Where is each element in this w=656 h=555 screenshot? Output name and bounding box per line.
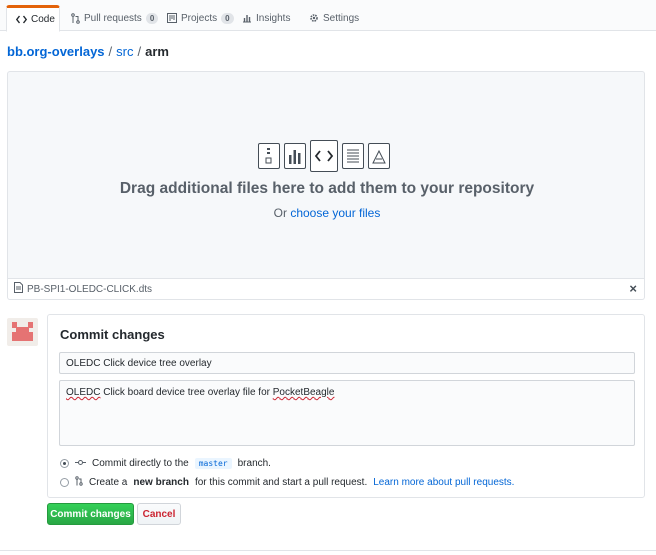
- gear-icon: [309, 13, 319, 23]
- file-icon: [14, 282, 23, 296]
- commit-heading: Commit changes: [60, 327, 165, 342]
- branch-name: master: [194, 458, 232, 469]
- commit-changes-button[interactable]: Commit changes: [47, 503, 134, 525]
- commit-direct-suffix: branch.: [237, 458, 271, 469]
- tab-code[interactable]: Code: [6, 5, 60, 32]
- pr-counter: 0: [145, 12, 159, 24]
- dropzone-title: Drag additional files here to add them t…: [119, 180, 535, 197]
- footer-divider: [0, 550, 656, 551]
- tab-pull-requests[interactable]: Pull requests 0: [62, 5, 167, 31]
- repo-nav-tabs: Code Pull requests 0 Projects 0 Insights…: [0, 0, 656, 32]
- file-code-icon: [310, 140, 338, 172]
- commit-title-input[interactable]: OLEDC Click device tree overlay: [59, 352, 635, 374]
- learn-more-link[interactable]: Learn more about pull requests.: [373, 477, 514, 488]
- description-text: Click board device tree overlay file for: [100, 387, 273, 398]
- file-type-icons: [258, 140, 390, 172]
- tab-label: Insights: [256, 12, 291, 24]
- tab-label: Settings: [323, 12, 360, 24]
- file-zip-icon: [258, 143, 280, 169]
- description-word: OLEDC: [66, 387, 101, 398]
- breadcrumb-current-dir: arm: [145, 44, 169, 59]
- dropzone-subtitle: Or choose your files: [8, 206, 646, 220]
- new-branch-prefix: Create a: [89, 477, 128, 488]
- choose-files-link[interactable]: choose your files: [290, 206, 380, 220]
- description-word: PocketBeagle: [272, 387, 335, 398]
- tab-settings[interactable]: Settings: [300, 5, 368, 31]
- new-branch-text: for this commit and start a pull request…: [194, 477, 368, 488]
- file-pdf-icon: [368, 143, 390, 169]
- avatar: [7, 318, 38, 346]
- breadcrumb-repo-link[interactable]: bb.org-overlays: [7, 44, 105, 59]
- new-branch-option[interactable]: Create a new branch for this commit and …: [60, 476, 514, 489]
- file-text-icon: [342, 143, 364, 169]
- commit-direct-label: Commit directly to the: [92, 458, 189, 469]
- breadcrumb-separator: /: [108, 44, 113, 59]
- pull-request-icon: [75, 476, 83, 489]
- tab-insights[interactable]: Insights: [233, 5, 299, 31]
- commit-direct-radio[interactable]: [60, 459, 69, 468]
- dropzone-prefix: Or: [273, 206, 287, 220]
- tab-label: Pull requests: [84, 12, 142, 24]
- file-chart-icon: [284, 143, 306, 169]
- remove-file-button[interactable]: ×: [629, 282, 637, 296]
- tab-label: Projects: [181, 12, 218, 24]
- file-dropzone[interactable]: Drag additional files here to add them t…: [7, 71, 645, 279]
- cancel-button[interactable]: Cancel: [137, 503, 181, 525]
- tab-projects[interactable]: Projects 0: [158, 5, 243, 31]
- commit-direct-option[interactable]: Commit directly to the master branch.: [60, 458, 271, 469]
- commit-form: Commit changes OLEDC Click device tree o…: [47, 314, 645, 498]
- graph-icon: [242, 13, 252, 23]
- breadcrumb: bb.org-overlays / src / arm: [7, 44, 169, 59]
- tab-label: Code: [31, 14, 55, 25]
- pull-request-icon: [71, 12, 80, 24]
- code-icon: [16, 15, 27, 24]
- breadcrumb-separator: /: [137, 44, 142, 59]
- file-name: PB-SPI1-OLEDC-CLICK.dts: [27, 283, 153, 295]
- projects-counter: 0: [221, 12, 234, 24]
- commit-description-input[interactable]: OLEDC Click board device tree overlay fi…: [59, 380, 635, 446]
- breadcrumb-src-link[interactable]: src: [116, 44, 133, 59]
- git-commit-icon: [75, 458, 86, 469]
- project-icon: [167, 13, 177, 23]
- uploaded-file-row: PB-SPI1-OLEDC-CLICK.dts ×: [7, 279, 645, 300]
- new-branch-radio[interactable]: [60, 478, 69, 487]
- new-branch-bold: new branch: [133, 477, 189, 488]
